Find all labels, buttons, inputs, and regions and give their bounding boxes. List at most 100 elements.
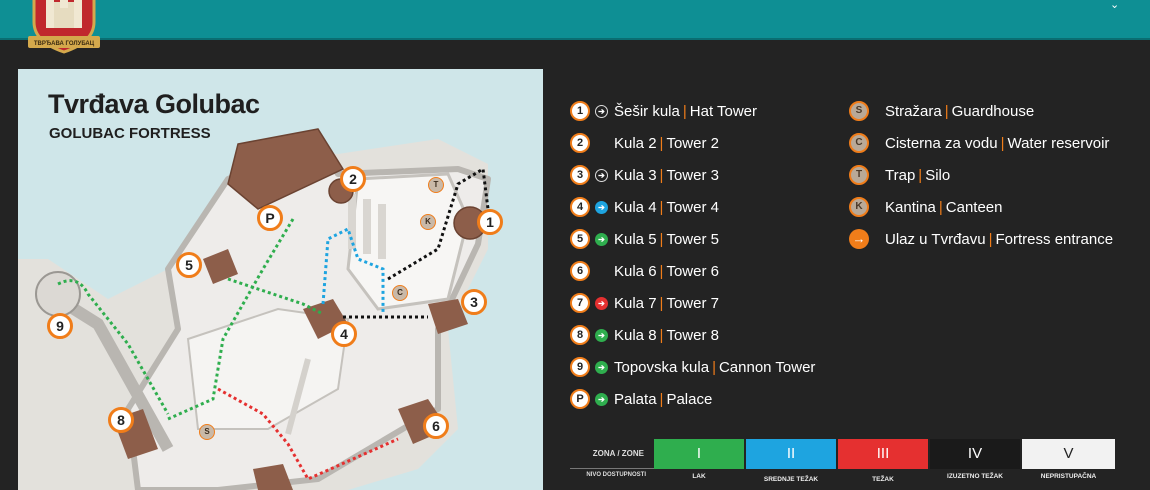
legend-english-name: Tower 3 (666, 166, 719, 184)
separator: | (659, 134, 664, 152)
legend-local-name: Ulaz u Tvrđavu (885, 230, 986, 248)
route-none (595, 137, 608, 150)
route-arrow-icon: ➔ (595, 168, 608, 182)
legend-item[interactable]: 2 Kula 2 | Tower 2 (570, 133, 719, 153)
legend-english-name: Tower 2 (666, 134, 719, 152)
number-badge: 9 (570, 357, 590, 377)
separator: | (682, 102, 687, 120)
legend-english-name: Canteen (945, 198, 1003, 216)
map-marker-9[interactable]: 9 (47, 313, 73, 339)
zone-cell-ii: II (746, 439, 836, 469)
legend-local-name: Kula 4 (614, 198, 657, 216)
legend-item[interactable]: P ➔ Palata | Palace (570, 389, 712, 409)
legend-item[interactable]: 4 ➔ Kula 4 | Tower 4 (570, 197, 719, 217)
legend-local-name: Stražara (885, 102, 942, 120)
fortress-map: Tvrđava Golubac GOLUBAC FORTRESS 1 2 3 4… (18, 69, 543, 490)
legend-item[interactable]: 9 ➔ Topovska kula | Cannon Tower (570, 357, 815, 377)
legend-item[interactable]: 3 ➔ Kula 3 | Tower 3 (570, 165, 719, 185)
separator: | (944, 102, 949, 120)
legend-english-name: Guardhouse (951, 102, 1035, 120)
legend-local-name: Šešir kula (614, 102, 680, 120)
letter-badge: T (849, 165, 869, 185)
legend-item[interactable]: 7 ➔ Kula 7 | Tower 7 (570, 293, 719, 313)
route-arrow-icon: ➔ (595, 296, 608, 310)
map-marker-2[interactable]: 2 (340, 166, 366, 192)
letter-badge: S (849, 101, 869, 121)
separator: | (1000, 134, 1005, 152)
number-badge: 8 (570, 325, 590, 345)
map-marker-reservoir[interactable]: C (392, 285, 408, 301)
separator: | (659, 166, 664, 184)
separator: | (712, 358, 716, 376)
number-badge: 2 (570, 133, 590, 153)
header-chevron-icon[interactable]: ⌄ (1110, 0, 1120, 10)
legend-english-name: Tower 8 (666, 326, 719, 344)
number-badge: 4 (570, 197, 590, 217)
legend-item[interactable]: T Trap | Silo (849, 165, 950, 185)
route-none (595, 265, 608, 278)
route-arrow-icon: ➔ (595, 392, 608, 406)
map-marker-1[interactable]: 1 (477, 209, 503, 235)
route-arrow-icon: ➔ (595, 328, 608, 342)
separator: | (918, 166, 923, 184)
legend-english-name: Cannon Tower (718, 358, 816, 376)
header-bar: ТВРЂАВА ГОЛУБАЦ ⌄ (0, 0, 1150, 54)
map-marker-palace[interactable]: P (257, 205, 283, 231)
legend-item[interactable]: → Ulaz u Tvrđavu | Fortress entrance (849, 229, 1113, 249)
legend-item[interactable]: 1 ➔ Šešir kula | Hat Tower (570, 101, 757, 121)
route-arrow-icon: ➔ (595, 360, 608, 374)
level-cell-iii: TEŽAK (872, 476, 894, 483)
accessibility-zone-table: ZONA / ZONE I II III IV V NIVO DOSTUPNOS… (570, 439, 1115, 490)
legend-item[interactable]: K Kantina | Canteen (849, 197, 1003, 217)
separator: | (659, 294, 664, 312)
route-arrow-icon: ➔ (595, 232, 608, 246)
legend-item[interactable]: 8 ➔ Kula 8 | Tower 8 (570, 325, 719, 345)
legend-local-name: Cisterna za vodu (885, 134, 998, 152)
separator: | (659, 262, 664, 280)
number-badge: 7 (570, 293, 590, 313)
separator: | (659, 326, 664, 344)
separator: | (659, 230, 664, 248)
legend-english-name: Silo (925, 166, 951, 184)
legend-local-name: Kula 5 (614, 230, 657, 248)
legend-english-name: Hat Tower (689, 102, 758, 120)
zone-cell-v: V (1022, 439, 1115, 469)
legend-local-name: Kula 6 (614, 262, 657, 280)
separator: | (659, 198, 664, 216)
legend-item[interactable]: C Cisterna za vodu | Water reservoir (849, 133, 1109, 153)
level-cell-ii: SREDNJE TEŽAK (763, 476, 819, 483)
separator: | (659, 390, 664, 408)
golubac-logo[interactable]: ТВРЂАВА ГОЛУБАЦ (20, 0, 108, 56)
legend-english-name: Tower 5 (666, 230, 719, 248)
map-marker-canteen[interactable]: K (420, 214, 436, 230)
map-marker-3[interactable]: 3 (461, 289, 487, 315)
legend-item[interactable]: 6 Kula 6 | Tower 6 (570, 261, 719, 281)
map-subtitle: GOLUBAC FORTRESS (49, 125, 211, 142)
map-marker-4[interactable]: 4 (331, 321, 357, 347)
map-marker-silo[interactable]: T (428, 177, 444, 193)
map-marker-6[interactable]: 6 (423, 413, 449, 439)
map-marker-guardhouse[interactable]: S (199, 424, 215, 440)
number-badge: 5 (570, 229, 590, 249)
map-marker-8[interactable]: 8 (108, 407, 134, 433)
legend-english-name: Water reservoir (1007, 134, 1110, 152)
legend-item[interactable]: 5 ➔ Kula 5 | Tower 5 (570, 229, 719, 249)
legend-local-name: Kula 7 (614, 294, 657, 312)
zone-cell-iv: IV (930, 439, 1020, 469)
legend-english-name: Palace (666, 390, 713, 408)
letter-badge: C (849, 133, 869, 153)
zone-header-label: ZONA / ZONE (570, 439, 654, 469)
legend-english-name: Tower 7 (666, 294, 719, 312)
level-header-label: NIVO DOSTUPNOSTI (586, 472, 646, 478)
legend-item[interactable]: S Stražara | Guardhouse (849, 101, 1034, 121)
map-title: Tvrđava Golubac (48, 89, 260, 119)
level-cell-i: LAK (692, 473, 706, 480)
zone-cell-i: I (654, 439, 744, 469)
legend-local-name: Trap (885, 166, 916, 184)
map-marker-5[interactable]: 5 (176, 252, 202, 278)
entrance-arrow-icon: → (849, 229, 869, 249)
legend-local-name: Kula 3 (614, 166, 657, 184)
separator: | (938, 198, 943, 216)
number-badge: 6 (570, 261, 590, 281)
legend-english-name: Fortress entrance (995, 230, 1114, 248)
